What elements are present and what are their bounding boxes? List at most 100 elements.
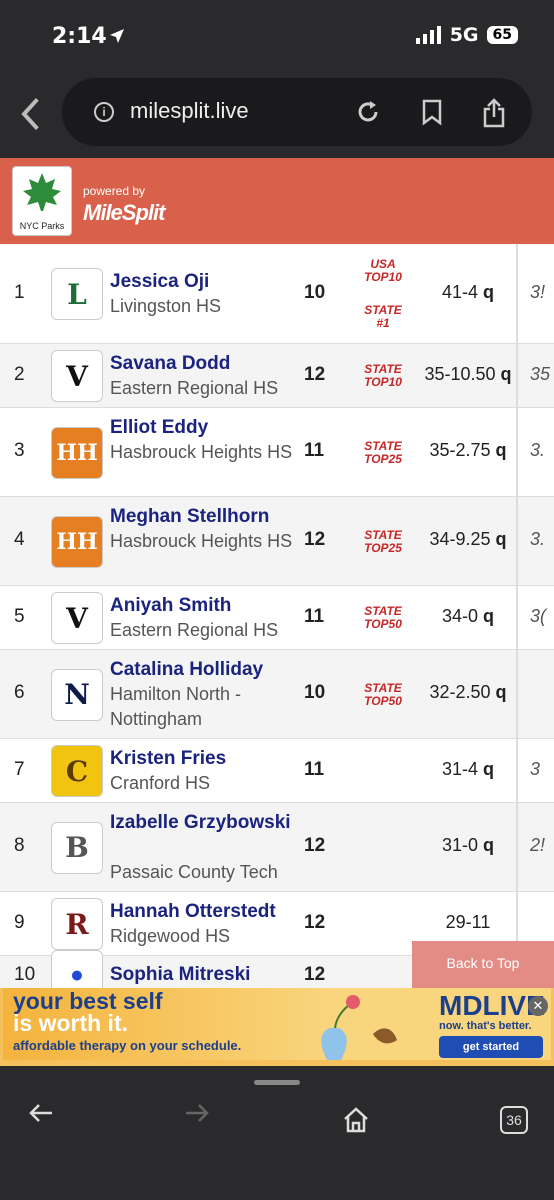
mark: 41-4 q xyxy=(420,282,516,303)
column-divider xyxy=(516,344,518,407)
athlete-name[interactable]: Elliot Eddy xyxy=(110,415,310,440)
table-row[interactable]: 6 N Catalina Holliday Hamilton North - Nott… xyxy=(0,650,554,739)
column-divider xyxy=(516,803,518,891)
table-row[interactable]: 2 V Savana Dodd Eastern Regional HS 12 STATE … xyxy=(0,344,554,408)
athlete-name[interactable]: Aniyah Smith xyxy=(110,593,310,618)
school-logo[interactable]: C xyxy=(51,745,103,797)
seed-mark: 35 xyxy=(530,363,551,384)
qualifier-mark: q xyxy=(483,835,495,855)
ad-headline-2: is worth it. xyxy=(13,1010,128,1036)
place-number: 9 xyxy=(14,911,25,933)
web-page: NYC Parks powered by MileSplit 1 L Jessica… xyxy=(0,158,554,988)
grade: 11 xyxy=(304,440,325,461)
column-divider xyxy=(516,244,518,343)
chevron-left-icon[interactable] xyxy=(18,94,46,134)
ranking-badge: STATE TOP25 xyxy=(364,438,402,466)
grade: 12 xyxy=(304,911,326,933)
qualifier-mark: q xyxy=(483,605,495,626)
table-row[interactable]: 3 HH Elliot Eddy Hasbrouck Heights HS 11 STAT… xyxy=(0,408,554,497)
grade: 11 xyxy=(304,758,325,780)
milesplit-logo[interactable]: MileSplit xyxy=(83,200,165,226)
vase-flower-image xyxy=(321,995,397,1060)
mark-value: 29-11 xyxy=(445,911,491,932)
mark-value: 35-2.75 xyxy=(429,440,491,460)
table-row[interactable]: 5 V Aniyah Smith Eastern Regional HS 11 STATE… xyxy=(0,586,554,650)
share-icon[interactable] xyxy=(482,98,506,128)
results-table: 1 L Jessica Oji Livingston HS 10 USA TOP10 STA… xyxy=(0,244,554,988)
place-number: 5 xyxy=(14,605,25,627)
ad-subtext: affordable therapy on your schedule. xyxy=(13,1038,242,1053)
ranking-badge: STATE TOP10 xyxy=(364,362,402,389)
grade: 10 xyxy=(304,281,326,303)
signal-icon xyxy=(415,26,441,44)
bookmark-icon[interactable] xyxy=(420,98,444,126)
athlete-name[interactable]: Izabelle Grzybowski xyxy=(110,810,310,835)
qualifier-mark: q xyxy=(483,281,495,302)
arrow-right-icon[interactable] xyxy=(184,1102,210,1124)
school-logo[interactable]: R xyxy=(51,898,103,950)
ranking-badge: STATE TOP50 xyxy=(364,604,402,631)
athlete-name[interactable]: Catalina Holliday xyxy=(110,657,310,682)
home-icon[interactable] xyxy=(342,1106,370,1134)
athlete-name[interactable]: Savana Dodd xyxy=(110,351,310,376)
browser-toolbar: 36 xyxy=(0,1066,554,1200)
place-number: 6 xyxy=(14,682,25,703)
mark-value: 34-9.25 xyxy=(429,529,491,549)
arrow-left-icon[interactable] xyxy=(28,1102,54,1124)
ad-close-icon[interactable]: ✕ xyxy=(528,996,548,1016)
back-to-top-button[interactable]: Back to Top xyxy=(412,941,554,988)
ranking-badge: USA TOP10 xyxy=(364,257,402,284)
seed-mark: 3( xyxy=(530,605,547,626)
drag-handle[interactable] xyxy=(254,1080,300,1085)
school-name: Eastern Regional HS xyxy=(110,620,279,640)
table-row[interactable]: 1 L Jessica Oji Livingston HS 10 USA TOP10 STA… xyxy=(0,244,554,344)
status-bar: 2:14 5G 65 xyxy=(0,0,554,72)
ad-cta-button[interactable]: get started xyxy=(439,1036,543,1058)
mark-value: 34-0 xyxy=(441,605,478,626)
table-row[interactable]: 7 C Kristen Fries Cranford HS 11 31-4 q 3 xyxy=(0,739,554,803)
ranking-badge-state: STATE #1 xyxy=(364,303,402,330)
table-row[interactable]: 4 HH Meghan Stellhorn Hasbrouck Heights HS 1… xyxy=(0,497,554,586)
grade: 12 xyxy=(304,835,326,856)
school-logo[interactable]: • xyxy=(51,950,103,988)
school-logo[interactable]: V xyxy=(51,350,103,402)
nyc-parks-logo[interactable]: NYC Parks xyxy=(12,166,72,236)
ranking-badge: STATE TOP25 xyxy=(364,527,402,555)
athlete-name[interactable]: Jessica Oji xyxy=(110,269,310,294)
reload-icon[interactable] xyxy=(354,98,382,126)
school-logo[interactable]: HH xyxy=(51,515,103,568)
info-icon[interactable]: i xyxy=(94,102,114,122)
url-bar[interactable]: i milesplit.live xyxy=(62,78,532,146)
ad-banner[interactable]: your best self is worth it. affordable t… xyxy=(0,988,554,1066)
mark: 34-9.25 q xyxy=(420,529,516,550)
mark: 35-10.50 q xyxy=(420,364,516,385)
qualifier-mark: q xyxy=(495,440,507,460)
athlete-name[interactable]: Hannah Otterstedt xyxy=(110,899,310,924)
ad-content[interactable]: your best self is worth it. affordable t… xyxy=(3,988,551,1060)
school-logo[interactable]: N xyxy=(51,668,103,721)
mark-value: 32-2.50 xyxy=(429,682,491,702)
athlete-name[interactable]: Kristen Fries xyxy=(110,746,310,771)
tabs-count-button[interactable]: 36 xyxy=(500,1106,528,1134)
mark-value: 31-4 xyxy=(441,758,478,779)
school-logo[interactable]: B xyxy=(51,821,103,874)
school-name: Hasbrouck Heights HS xyxy=(110,531,293,551)
school-name: Hamilton North - Nottingham xyxy=(110,684,242,729)
place-number: 4 xyxy=(14,529,25,550)
seed-mark: 3. xyxy=(530,440,546,460)
url-text[interactable]: milesplit.live xyxy=(130,98,249,124)
place-number: 3 xyxy=(14,440,25,461)
school-logo[interactable]: HH xyxy=(51,426,103,479)
seed-mark: 2! xyxy=(530,835,546,855)
network-label: 5G xyxy=(449,24,479,46)
school-logo[interactable]: L xyxy=(51,268,103,320)
school-logo[interactable]: V xyxy=(51,592,103,644)
athlete-name[interactable]: Meghan Stellhorn xyxy=(110,504,310,529)
mark-value: 41-4 xyxy=(441,281,478,302)
athlete-name[interactable]: Sophia Mitreski xyxy=(110,962,310,987)
column-divider xyxy=(516,739,518,802)
school-name: Eastern Regional HS xyxy=(110,378,279,398)
place-number: 7 xyxy=(14,758,25,780)
table-row[interactable]: 8 B Izabelle Grzybowski Passaic County Tech… xyxy=(0,803,554,892)
nyc-parks-label: NYC Parks xyxy=(19,221,65,231)
